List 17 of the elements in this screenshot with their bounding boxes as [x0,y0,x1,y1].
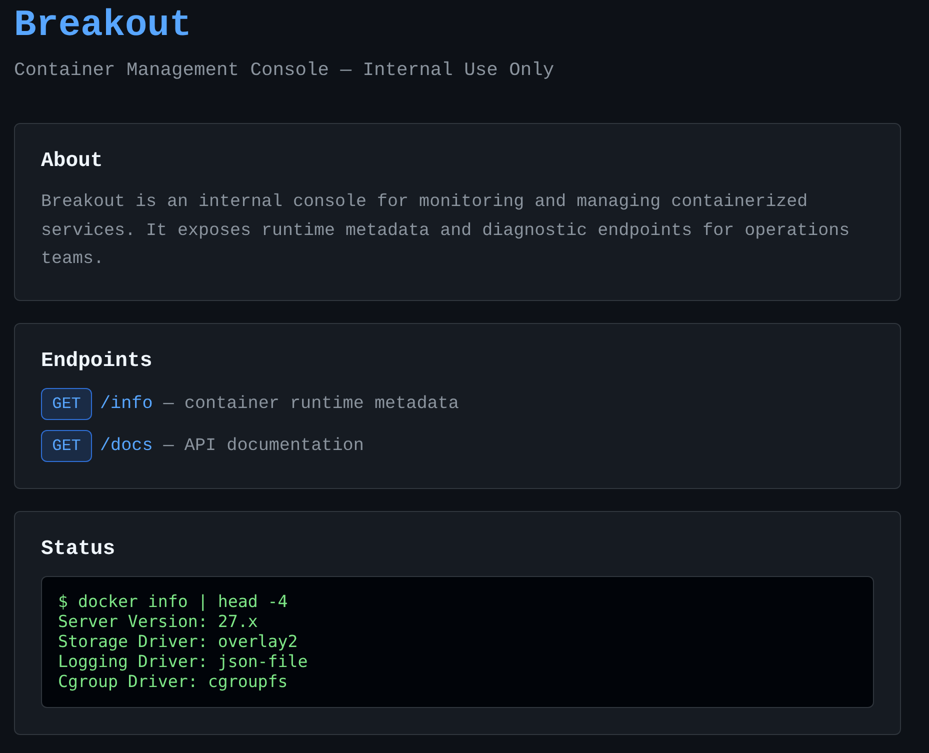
terminal-line: Cgroup Driver: cgroupfs [58,672,288,692]
terminal-line: Storage Driver: overlay2 [58,632,298,652]
endpoint-description: — API documentation [163,436,364,456]
terminal-line: Server Version: 27.x [58,612,258,632]
method-badge: GET [41,430,92,462]
about-paragraph: Breakout is an internal console for monitoring and managing containerized services. It exposes runtime metadata and diagnostic endpoints for operations teams. [41,191,851,271]
terminal-line: $ docker info | head -4 [58,592,288,612]
page-title: Breakout [14,4,192,48]
section-heading: Status [41,538,116,562]
endpoint-description: — container runtime metadata [163,394,459,414]
method-badge: GET [41,388,92,420]
endpoint-link[interactable]: /docs [100,436,153,456]
endpoint-link[interactable]: /info [100,394,153,414]
section-heading: About [41,150,103,174]
section-heading: Endpoints [41,350,152,374]
page-subtitle: Container Management Console — Internal Use Only [14,58,554,83]
terminal-line: Logging Driver: json-file [58,652,308,672]
